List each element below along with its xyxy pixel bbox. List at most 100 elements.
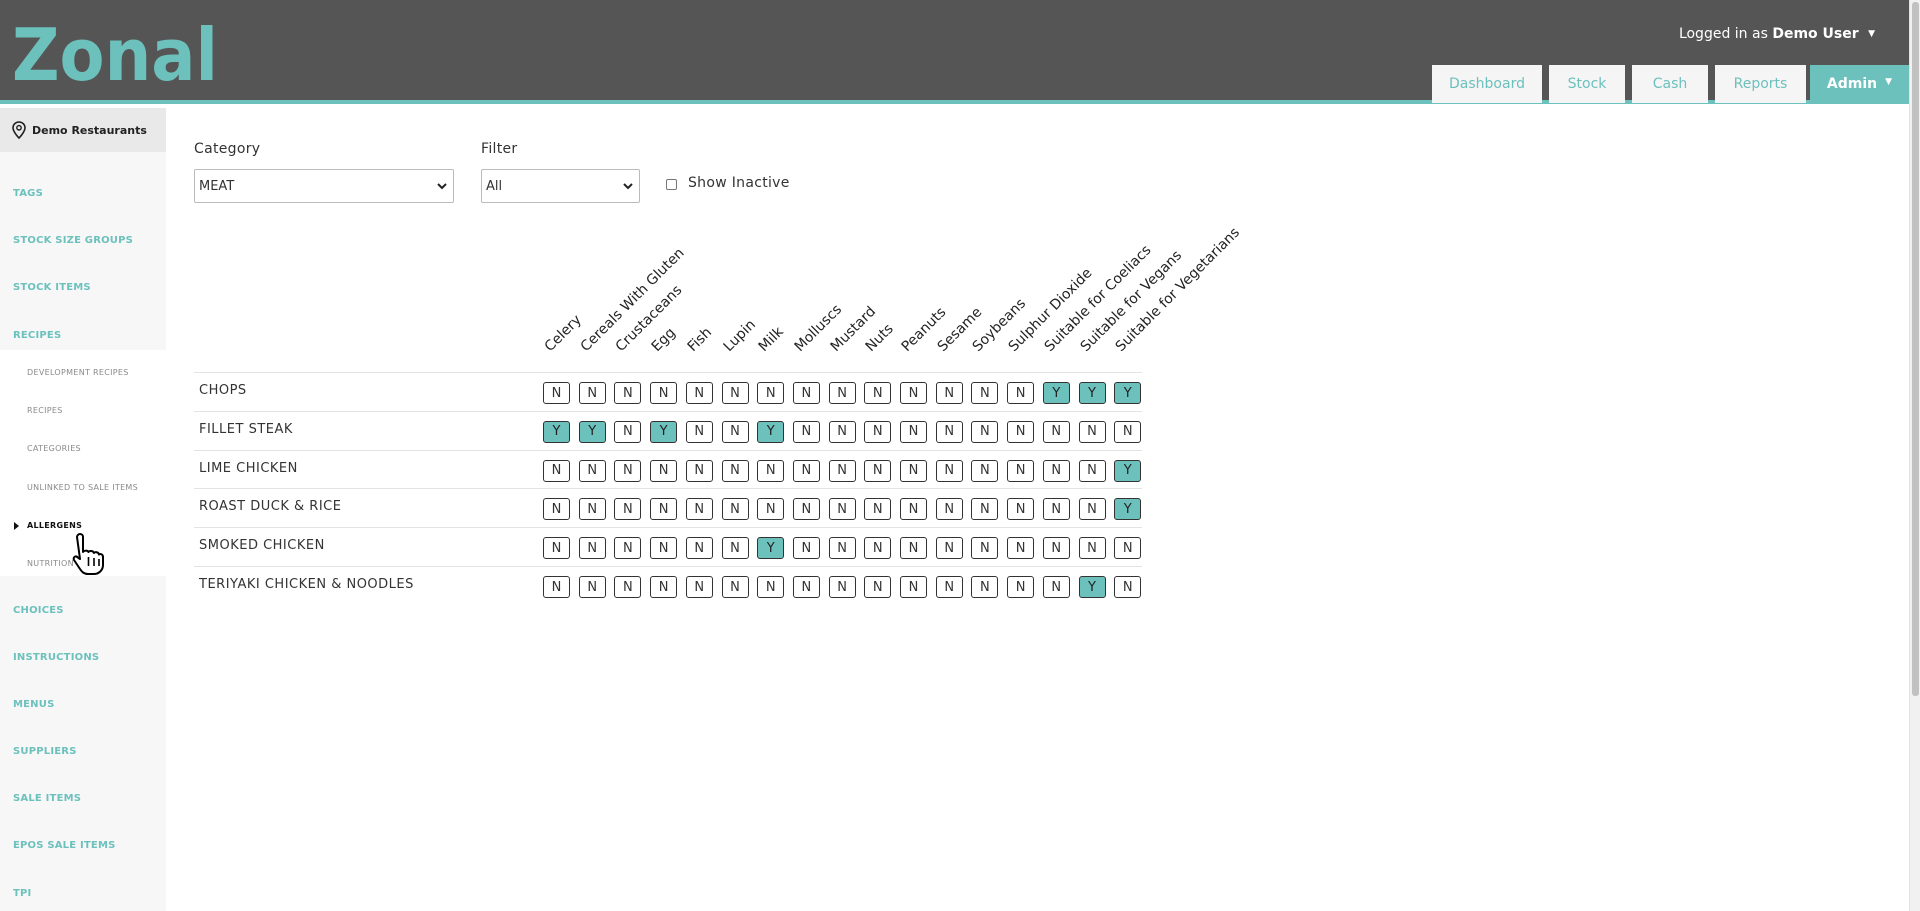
allergen-toggle[interactable]: N [1042,459,1070,482]
allergen-toggle[interactable]: N [792,576,820,598]
allergen-toggle[interactable]: Y [1114,459,1142,482]
allergen-toggle[interactable]: N [721,498,749,521]
allergen-toggle[interactable]: N [971,420,999,443]
allergen-toggle[interactable]: Y [1078,576,1106,598]
allergen-toggle[interactable]: N [543,576,570,598]
nav-admin[interactable]: Admin ▼ [1810,65,1909,103]
subitem-development-recipes[interactable]: DEVELOPMENT RECIPES [27,368,129,377]
allergen-toggle[interactable]: N [935,420,963,443]
sidebar-item-instructions[interactable]: INSTRUCTIONS [13,652,99,663]
allergen-toggle[interactable]: N [828,576,856,598]
allergen-toggle[interactable]: N [900,498,927,521]
allergen-toggle[interactable]: N [864,537,892,560]
allergen-toggle[interactable]: N [864,576,892,598]
allergen-toggle[interactable]: N [721,537,749,560]
sidebar-item-choices[interactable]: CHOICES [13,605,64,616]
sidebar-item-tags[interactable]: TAGS [13,188,43,199]
allergen-toggle[interactable]: N [1114,537,1142,560]
allergen-toggle[interactable]: N [757,498,785,521]
allergen-toggle[interactable]: N [614,420,642,443]
allergen-toggle[interactable]: N [757,576,785,598]
subitem-nutrition[interactable]: NUTRITION [27,559,74,568]
allergen-toggle[interactable]: N [685,382,713,404]
allergen-toggle[interactable]: N [685,420,713,443]
category-select[interactable]: MEAT [194,169,454,203]
allergen-toggle[interactable]: N [792,459,820,482]
subitem-categories[interactable]: CATEGORIES [27,444,81,453]
allergen-toggle[interactable]: Y [757,537,785,560]
sidebar-item-stock-items[interactable]: STOCK ITEMS [13,282,91,293]
allergen-toggle[interactable]: N [721,420,749,443]
allergen-toggle[interactable]: N [864,382,892,404]
allergen-toggle[interactable]: N [721,576,749,598]
allergen-toggle[interactable]: N [578,382,606,404]
allergen-toggle[interactable]: N [900,537,927,560]
sidebar-item-epos-sale-items[interactable]: EPOS SALE ITEMS [13,840,116,851]
allergen-toggle[interactable]: N [1042,576,1070,598]
allergen-toggle[interactable]: N [900,382,927,404]
allergen-toggle[interactable]: N [828,459,856,482]
allergen-toggle[interactable]: N [792,537,820,560]
allergen-toggle[interactable]: N [650,498,678,521]
allergen-toggle[interactable]: N [792,420,820,443]
zonal-logo[interactable]: Zonal [12,20,218,84]
allergen-toggle[interactable]: N [900,576,927,598]
allergen-toggle[interactable]: N [828,498,856,521]
allergen-toggle[interactable]: N [864,459,892,482]
allergen-toggle[interactable]: Y [650,420,678,443]
allergen-toggle[interactable]: N [543,459,570,482]
allergen-toggle[interactable]: N [828,537,856,560]
allergen-toggle[interactable]: N [1078,498,1106,521]
allergen-toggle[interactable]: N [614,498,642,521]
allergen-toggle[interactable]: N [935,498,963,521]
allergen-toggle[interactable]: N [543,498,570,521]
allergen-toggle[interactable]: N [935,382,963,404]
allergen-toggle[interactable]: N [614,459,642,482]
allergen-toggle[interactable]: N [650,459,678,482]
allergen-toggle[interactable]: Y [1078,382,1106,404]
allergen-toggle[interactable]: N [971,459,999,482]
subitem-unlinked-to-sale-items[interactable]: UNLINKED TO SALE ITEMS [27,483,138,492]
allergen-toggle[interactable]: N [1078,459,1106,482]
sidebar-item-sale-items[interactable]: SALE ITEMS [13,793,81,804]
allergen-toggle[interactable]: N [685,498,713,521]
allergen-toggle[interactable]: N [685,576,713,598]
allergen-toggle[interactable]: N [971,498,999,521]
subitem-allergens[interactable]: ALLERGENS [13,521,82,530]
allergen-toggle[interactable]: N [650,537,678,560]
allergen-toggle[interactable]: N [721,382,749,404]
allergen-toggle[interactable]: N [1007,459,1035,482]
allergen-toggle[interactable]: N [1042,498,1070,521]
nav-stock[interactable]: Stock [1549,65,1625,103]
sidebar-item-menus[interactable]: MENUS [13,699,54,710]
allergen-toggle[interactable]: N [1078,537,1106,560]
allergen-toggle[interactable]: N [1007,382,1035,404]
allergen-toggle[interactable]: N [828,382,856,404]
allergen-toggle[interactable]: N [971,537,999,560]
allergen-toggle[interactable]: N [1114,576,1142,598]
allergen-toggle[interactable]: N [614,576,642,598]
allergen-toggle[interactable]: N [578,576,606,598]
page-scrollbar[interactable] [1909,0,1920,911]
allergen-toggle[interactable]: N [650,576,678,598]
allergen-toggle[interactable]: N [543,537,570,560]
filter-select[interactable]: All [481,169,640,203]
allergen-toggle[interactable]: N [578,498,606,521]
allergen-toggle[interactable]: N [1007,537,1035,560]
allergen-toggle[interactable]: N [900,459,927,482]
sidebar-item-tpi[interactable]: TPI [13,888,31,899]
allergen-toggle[interactable]: N [1042,537,1070,560]
allergen-toggle[interactable]: N [1007,498,1035,521]
allergen-toggle[interactable]: N [685,459,713,482]
allergen-toggle[interactable]: N [757,459,785,482]
user-menu[interactable]: Logged in as Demo User ▼ [1679,26,1875,42]
allergen-toggle[interactable]: Y [1114,382,1142,404]
allergen-toggle[interactable]: N [757,382,785,404]
allergen-toggle[interactable]: N [792,382,820,404]
sidebar-item-stock-size-groups[interactable]: STOCK SIZE GROUPS [13,235,133,246]
allergen-toggle[interactable]: N [543,382,570,404]
sidebar-item-recipes[interactable]: RECIPES [13,330,61,341]
allergen-toggle[interactable]: N [1078,420,1106,443]
allergen-toggle[interactable]: N [1114,420,1142,443]
allergen-toggle[interactable]: Y [1114,498,1142,521]
